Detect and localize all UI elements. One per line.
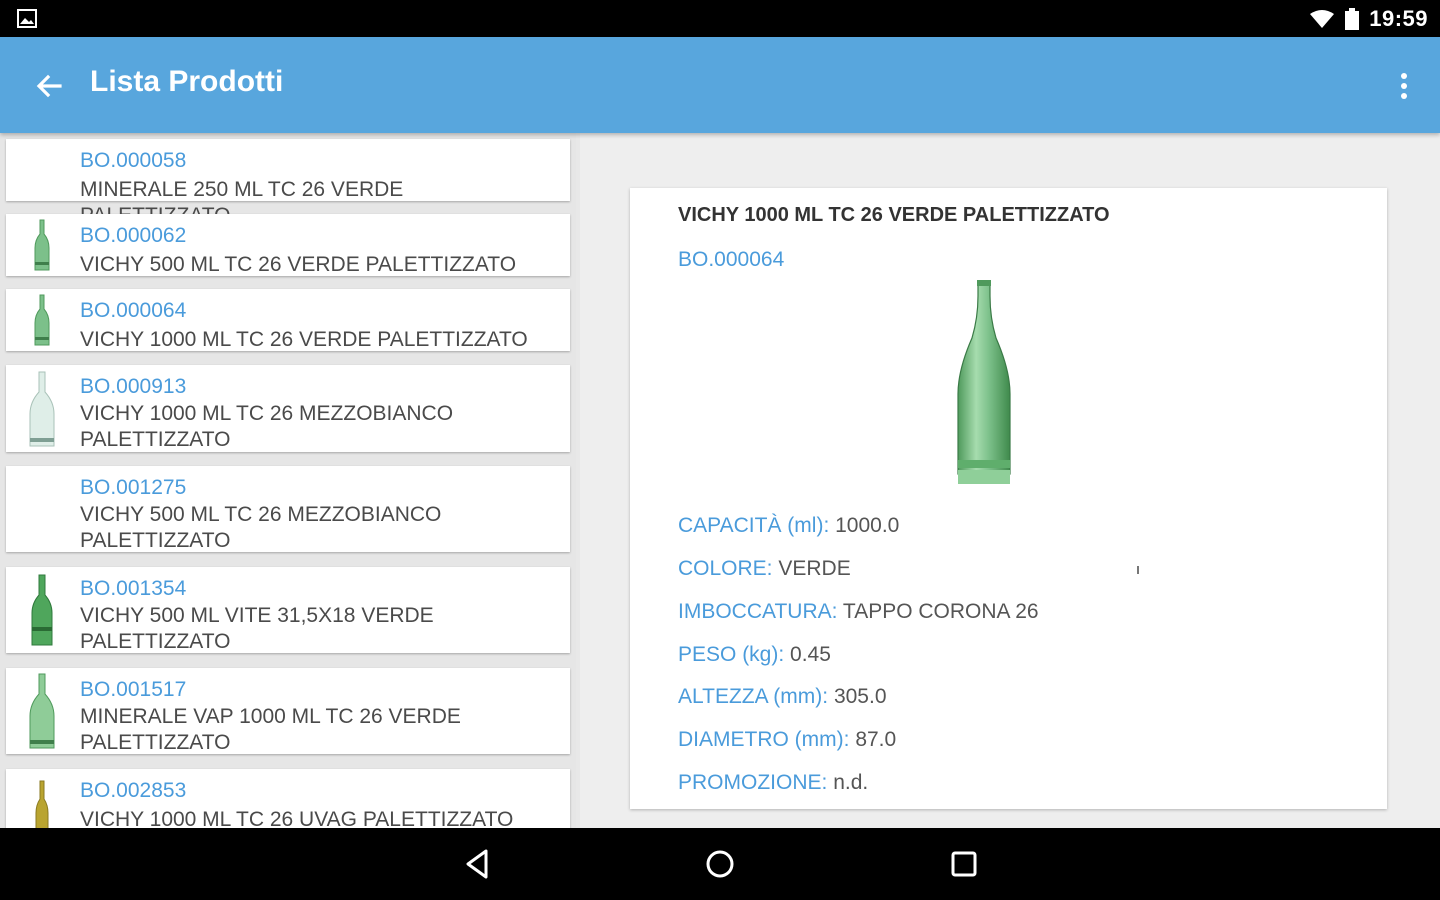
bottle-icon bbox=[31, 574, 53, 646]
spec-value: TAPPO CORONA 26 bbox=[842, 600, 1039, 623]
product-thumbnail bbox=[20, 466, 64, 552]
detail-title: VICHY 1000 ML TC 26 VERDE PALETTIZZATO bbox=[678, 204, 1110, 226]
app-bar: Lista Prodotti bbox=[0, 37, 1440, 133]
product-thumbnail bbox=[20, 668, 64, 754]
detail-code: BO.000064 bbox=[678, 248, 785, 271]
product-description: VICHY 500 ML VITE 31,5X18 VERDE PALETTIZ… bbox=[80, 604, 434, 653]
spec-color: COLORE: VERDE bbox=[678, 557, 851, 581]
spec-label: PESO (kg): bbox=[678, 643, 785, 666]
status-bar: 19:59 bbox=[0, 0, 1440, 37]
bottle-icon bbox=[29, 673, 55, 749]
battery-icon bbox=[1345, 7, 1360, 30]
spec-value: 87.0 bbox=[855, 728, 897, 751]
product-code: BO.002853 bbox=[80, 779, 187, 802]
wifi-icon bbox=[1310, 9, 1335, 28]
list-item[interactable]: BO.001354 VICHY 500 ML VITE 31,5X18 VERD… bbox=[6, 567, 570, 653]
nav-back-icon[interactable] bbox=[460, 846, 496, 882]
spec-value: 1000.0 bbox=[835, 514, 900, 537]
product-thumbnail bbox=[20, 769, 64, 828]
spec-label: DIAMETRO (mm): bbox=[678, 728, 850, 751]
spec-label: CAPACITÀ (ml): bbox=[678, 514, 830, 537]
clock: 19:59 bbox=[1369, 5, 1428, 31]
nav-home-icon[interactable] bbox=[702, 846, 738, 882]
spec-promotion: PROMOZIONE: n.d. bbox=[678, 771, 868, 795]
product-thumbnail bbox=[20, 289, 64, 351]
product-description: MINERALE VAP 1000 ML TC 26 VERDE PALETTI… bbox=[80, 705, 461, 754]
product-list[interactable]: BO.000058 MINERALE 250 ML TC 26 VERDE PA… bbox=[0, 133, 576, 828]
product-thumbnail bbox=[20, 139, 64, 201]
list-item[interactable]: BO.001517 MINERALE VAP 1000 ML TC 26 VER… bbox=[6, 668, 570, 754]
spec-label: ALTEZZA (mm): bbox=[678, 685, 829, 708]
spec-weight: PESO (kg): 0.45 bbox=[678, 643, 831, 667]
spec-diameter: DIAMETRO (mm): 87.0 bbox=[678, 728, 896, 752]
spec-finish: IMBOCCATURA: TAPPO CORONA 26 bbox=[678, 600, 1039, 624]
bottle-icon bbox=[35, 780, 49, 828]
product-code: BO.001354 bbox=[80, 577, 187, 600]
product-description: VICHY 1000 ML TC 26 UVAG PALETTIZZATO bbox=[80, 808, 514, 828]
product-image bbox=[930, 274, 1040, 498]
product-code: BO.000064 bbox=[80, 299, 187, 322]
spec-value: VERDE bbox=[778, 557, 851, 580]
bottle-icon bbox=[34, 294, 50, 346]
more-vert-icon[interactable] bbox=[1398, 71, 1410, 101]
spec-label: COLORE: bbox=[678, 557, 773, 580]
cursor-mark bbox=[1137, 566, 1139, 574]
list-item[interactable]: BO.002853 VICHY 1000 ML TC 26 UVAG PALET… bbox=[6, 769, 570, 828]
product-description: VICHY 500 ML TC 26 MEZZOBIANCO PALETTIZZ… bbox=[80, 503, 442, 552]
product-code: BO.000058 bbox=[80, 149, 187, 172]
spec-value: 0.45 bbox=[790, 643, 831, 666]
spec-label: IMBOCCATURA: bbox=[678, 600, 838, 623]
bottle-icon bbox=[29, 371, 55, 446]
list-item[interactable]: BO.000062 VICHY 500 ML TC 26 VERDE PALET… bbox=[6, 214, 570, 276]
product-description: VICHY 1000 ML TC 26 MEZZOBIANCO PALETTIZ… bbox=[80, 402, 454, 451]
product-code: BO.001275 bbox=[80, 476, 187, 499]
spec-height: ALTEZZA (mm): 305.0 bbox=[678, 685, 887, 709]
spec-value: 305.0 bbox=[833, 685, 887, 708]
spec-capacity: CAPACITÀ (ml): 1000.0 bbox=[678, 514, 899, 538]
list-item[interactable]: BO.000058 MINERALE 250 ML TC 26 VERDE PA… bbox=[6, 139, 570, 227]
arrow-back-icon[interactable] bbox=[32, 69, 66, 103]
product-thumbnail bbox=[20, 365, 64, 452]
product-code: BO.000062 bbox=[80, 224, 187, 247]
product-detail-card: VICHY 1000 ML TC 26 VERDE PALETTIZZATO B… bbox=[630, 188, 1387, 809]
navigation-bar bbox=[0, 828, 1440, 900]
product-thumbnail bbox=[20, 567, 64, 653]
product-description: VICHY 500 ML TC 26 VERDE PALETTIZZATO bbox=[80, 253, 517, 276]
nav-recents-icon[interactable] bbox=[946, 846, 982, 882]
list-item[interactable]: BO.001275 VICHY 500 ML TC 26 MEZZOBIANCO… bbox=[6, 466, 570, 552]
spec-label: PROMOZIONE: bbox=[678, 771, 828, 794]
bottle-icon bbox=[34, 219, 50, 271]
list-item[interactable]: BO.000913 VICHY 1000 ML TC 26 MEZZOBIANC… bbox=[6, 365, 570, 452]
product-thumbnail bbox=[20, 214, 64, 276]
spec-value: n.d. bbox=[833, 771, 869, 794]
list-item[interactable]: BO.000064 VICHY 1000 ML TC 26 VERDE PALE… bbox=[6, 289, 570, 351]
image-notification-icon bbox=[17, 9, 37, 28]
page-title: Lista Prodotti bbox=[90, 65, 284, 98]
product-code: BO.000913 bbox=[80, 375, 187, 398]
product-code: BO.001517 bbox=[80, 678, 187, 701]
product-description: VICHY 1000 ML TC 26 VERDE PALETTIZZATO bbox=[80, 328, 528, 351]
